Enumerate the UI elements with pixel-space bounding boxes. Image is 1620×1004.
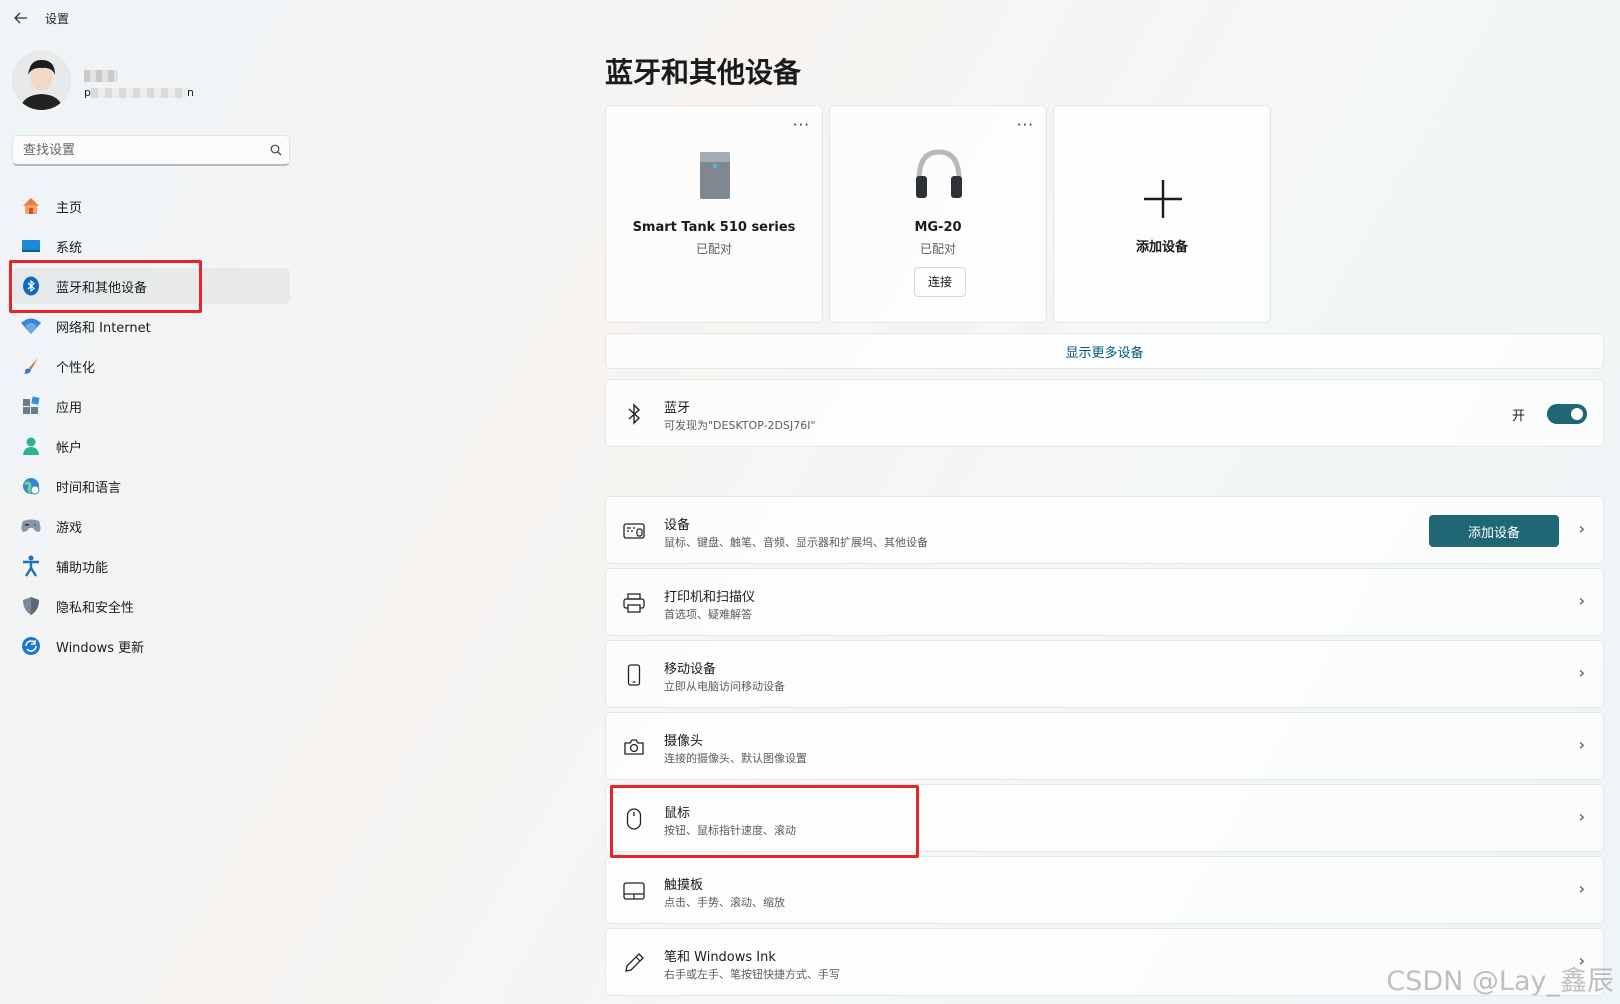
row-camera[interactable]: 摄像头 连接的摄像头、默认图像设置 › xyxy=(605,712,1604,780)
system-icon xyxy=(20,235,42,257)
title-bar: 设置 xyxy=(0,0,1620,36)
sidebar-item-windows-update[interactable]: Windows 更新 xyxy=(12,628,290,664)
row-devices[interactable]: 设备 鼠标、键盘、触笔、音频、显示器和扩展坞、其他设备 添加设备 › xyxy=(605,496,1604,564)
more-options-icon[interactable]: ··· xyxy=(793,116,810,134)
page-title: 蓝牙和其他设备 xyxy=(605,56,802,89)
more-options-icon[interactable]: ··· xyxy=(1017,116,1034,134)
chevron-right-icon: › xyxy=(1578,591,1585,610)
bluetooth-icon xyxy=(622,402,646,426)
row-printers-scanners[interactable]: 打印机和扫描仪 首选项、疑难解答 › xyxy=(605,568,1604,636)
sidebar-item-accounts[interactable]: 帐户 xyxy=(12,428,290,464)
profile-name-masked xyxy=(84,70,118,82)
mouse-icon xyxy=(622,807,646,831)
watermark-text: CSDN @Lay_鑫辰 xyxy=(1386,966,1614,997)
bluetooth-toggle-label: 开 xyxy=(1511,409,1525,424)
bluetooth-title: 蓝牙 xyxy=(664,401,691,416)
update-icon xyxy=(20,635,42,657)
sidebar-item-time-language[interactable]: 时间和语言 xyxy=(12,468,290,504)
apps-icon xyxy=(20,395,42,417)
avatar[interactable] xyxy=(12,51,71,110)
connect-button[interactable]: 连接 xyxy=(914,267,966,297)
chevron-right-icon: › xyxy=(1578,663,1585,682)
chevron-right-icon: › xyxy=(1578,807,1585,826)
printer-device-icon xyxy=(700,152,730,199)
shield-icon xyxy=(20,595,42,617)
accessibility-icon xyxy=(20,555,42,577)
avatar-image xyxy=(12,51,71,110)
row-touchpad[interactable]: 触摸板 点击、手势、滚动、缩放 › xyxy=(605,856,1604,924)
sidebar-nav: 主页 系统 蓝牙和其他设备 网络和 Internet 个性化 应用 帐户 时间和… xyxy=(12,188,290,668)
device-card-headphones[interactable]: ··· MG-20 已配对 连接 xyxy=(829,105,1047,323)
sidebar-item-gaming[interactable]: 游戏 xyxy=(12,508,290,544)
bluetooth-toggle[interactable] xyxy=(1547,404,1587,424)
back-button[interactable] xyxy=(10,8,32,28)
add-device-card[interactable]: 添加设备 xyxy=(1053,105,1271,323)
device-card-printer[interactable]: ··· Smart Tank 510 series 已配对 xyxy=(605,105,823,323)
device-name: MG-20 xyxy=(914,220,962,235)
row-mobile-devices[interactable]: 移动设备 立即从电脑访问移动设备 › xyxy=(605,640,1604,708)
chevron-right-icon: › xyxy=(1578,519,1585,538)
sidebar-item-network[interactable]: 网络和 Internet xyxy=(12,308,290,344)
printer-icon xyxy=(622,591,646,615)
sidebar-item-accessibility[interactable]: 辅助功能 xyxy=(12,548,290,584)
email-mask xyxy=(90,88,187,98)
wifi-icon xyxy=(20,315,42,337)
devices-icon xyxy=(622,519,646,543)
brush-icon xyxy=(20,355,42,377)
plus-icon xyxy=(1144,180,1182,218)
camera-icon xyxy=(622,735,646,759)
sidebar-item-privacy[interactable]: 隐私和安全性 xyxy=(12,588,290,624)
sidebar-item-personalization[interactable]: 个性化 xyxy=(12,348,290,384)
pen-icon xyxy=(622,951,646,975)
email-suffix: n xyxy=(186,86,194,99)
device-status: 已配对 xyxy=(695,242,732,256)
home-icon xyxy=(20,195,42,217)
bluetooth-subtitle: 可发现为"DESKTOP-2DSJ76I" xyxy=(664,419,816,432)
device-status: 已配对 xyxy=(919,242,956,256)
bluetooth-row: 蓝牙 可发现为"DESKTOP-2DSJ76I" 开 xyxy=(605,379,1604,447)
sidebar-item-bluetooth[interactable]: 蓝牙和其他设备 xyxy=(12,268,290,304)
sidebar-item-system[interactable]: 系统 xyxy=(12,228,290,264)
search-box[interactable] xyxy=(12,135,290,166)
phone-icon xyxy=(622,663,646,687)
sidebar-item-apps[interactable]: 应用 xyxy=(12,388,290,424)
sidebar-item-home[interactable]: 主页 xyxy=(12,188,290,224)
chevron-right-icon: › xyxy=(1578,735,1585,754)
arrow-left-icon xyxy=(14,12,27,24)
chevron-right-icon: › xyxy=(1578,879,1585,898)
email-prefix: p xyxy=(84,86,91,99)
device-name: Smart Tank 510 series xyxy=(632,220,796,235)
account-icon xyxy=(20,435,42,457)
add-device-button[interactable]: 添加设备 xyxy=(1429,515,1559,547)
show-more-devices-button[interactable]: 显示更多设备 xyxy=(605,333,1604,369)
globe-clock-icon xyxy=(20,475,42,497)
headphones-icon xyxy=(916,149,962,198)
touchpad-icon xyxy=(622,879,646,903)
row-mouse[interactable]: 鼠标 按钮、鼠标指针速度、滚动 › xyxy=(605,784,1604,852)
profile-email: pn xyxy=(84,86,194,99)
add-device-label: 添加设备 xyxy=(1135,240,1188,255)
app-title: 设置 xyxy=(45,12,70,26)
search-input[interactable] xyxy=(13,142,263,158)
gamepad-icon xyxy=(20,515,42,537)
search-icon[interactable] xyxy=(263,144,289,156)
bluetooth-icon xyxy=(20,275,42,297)
